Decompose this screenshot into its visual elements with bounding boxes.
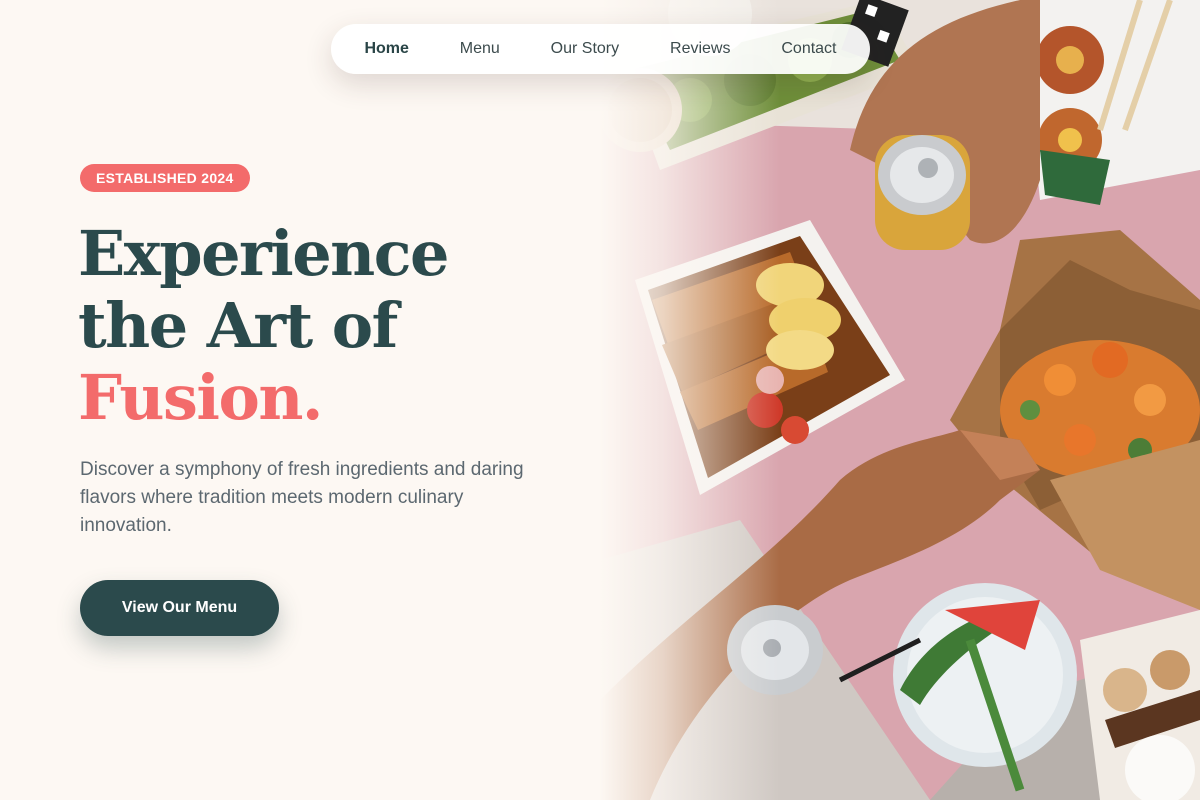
view-menu-button[interactable]: View Our Menu: [80, 580, 279, 636]
nav-link-menu[interactable]: Menu: [454, 36, 506, 62]
headline-line-1: Experience: [78, 217, 449, 290]
headline-line-2: the Art of: [78, 289, 398, 362]
hero-food-photo: [600, 0, 1200, 800]
nav-link-contact[interactable]: Contact: [775, 36, 842, 62]
nav-link-reviews[interactable]: Reviews: [664, 36, 736, 62]
dessert-plate: [1080, 610, 1200, 800]
hero-description: Discover a symphony of fresh ingredients…: [80, 459, 524, 536]
takoyaki-plate: [1020, 0, 1200, 205]
nav-link-our-story[interactable]: Our Story: [545, 36, 625, 62]
nav-link-home[interactable]: Home: [358, 36, 414, 62]
main-navigation: Home Menu Our Story Reviews Contact: [331, 24, 870, 74]
hero-headline: Experience the Art of Fusion.: [78, 218, 598, 434]
drink-cans: [727, 605, 823, 695]
headline-accent: Fusion.: [78, 361, 323, 434]
established-badge: ESTABLISHED 2024: [80, 164, 250, 192]
